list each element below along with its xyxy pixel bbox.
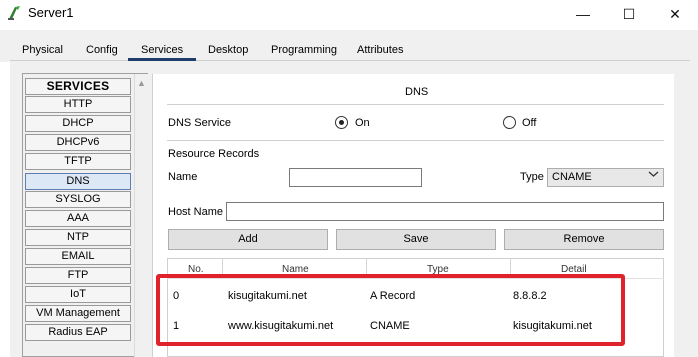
add-button[interactable]: Add (168, 229, 328, 250)
maximize-button[interactable]: ☐ (606, 0, 652, 28)
panel-scrollbar-area (674, 74, 698, 357)
service-item-email[interactable]: EMAIL (25, 248, 131, 265)
service-item-ftp[interactable]: FTP (25, 267, 131, 284)
tab-config[interactable]: Config (86, 44, 118, 60)
service-item-aaa[interactable]: AAA (25, 210, 131, 227)
save-button[interactable]: Save (336, 229, 496, 250)
tab-desktop[interactable]: Desktop (208, 44, 248, 60)
dns-on-radio[interactable] (335, 116, 348, 129)
dns-on-label[interactable]: On (355, 117, 370, 129)
red-highlight-box (156, 274, 625, 346)
host-name-label: Host Name (168, 206, 224, 218)
service-item-ntp[interactable]: NTP (25, 229, 131, 246)
type-select[interactable]: CNAME (547, 168, 664, 187)
name-label: Name (168, 171, 198, 183)
tab-physical[interactable]: Physical (22, 44, 63, 60)
dns-off-label[interactable]: Off (522, 117, 536, 129)
service-item-syslog[interactable]: SYSLOG (25, 191, 131, 208)
radio-selected-dot (339, 120, 344, 125)
close-button[interactable]: ✕ (652, 0, 698, 28)
services-header: SERVICES (25, 78, 131, 95)
service-item-vm-management[interactable]: VM Management (25, 305, 131, 322)
service-item-dhcp[interactable]: DHCP (25, 115, 131, 132)
service-item-radius-eap[interactable]: Radius EAP (25, 324, 131, 341)
tab-attributes[interactable]: Attributes (357, 44, 403, 60)
host-name-input[interactable] (226, 202, 664, 221)
minimize-button[interactable]: — (560, 0, 606, 28)
app-icon (6, 4, 24, 22)
name-input[interactable] (289, 168, 422, 187)
tab-strip-filler (420, 38, 698, 60)
records-divider (167, 140, 664, 141)
services-scrollbar[interactable] (134, 74, 148, 357)
dns-service-label: DNS Service (168, 117, 231, 129)
service-item-dns[interactable]: DNS (25, 173, 131, 190)
resource-records-label: Resource Records (168, 148, 260, 160)
service-item-dhcpv6[interactable]: DHCPv6 (25, 134, 131, 151)
window-title: Server1 (28, 5, 74, 20)
type-label: Type (520, 171, 544, 183)
remove-button[interactable]: Remove (504, 229, 664, 250)
service-item-iot[interactable]: IoT (25, 286, 131, 303)
section-title: DNS (405, 86, 429, 98)
service-item-http[interactable]: HTTP (25, 96, 131, 113)
section-divider (167, 104, 664, 105)
scroll-up-icon[interactable]: ▲ (137, 78, 146, 88)
chevron-down-icon[interactable] (648, 170, 659, 181)
tab-programming[interactable]: Programming (271, 44, 337, 60)
dns-off-radio[interactable] (503, 116, 516, 129)
service-item-tftp[interactable]: TFTP (25, 153, 131, 170)
